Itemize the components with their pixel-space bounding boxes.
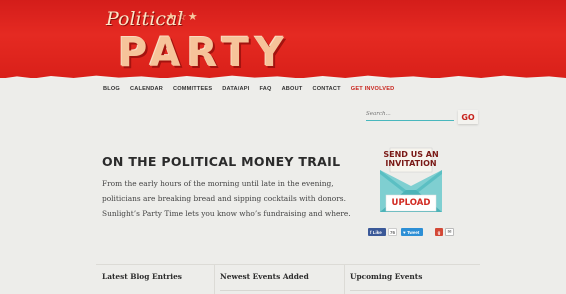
upcoming-column-title: Upcoming Events [350, 272, 423, 281]
events-separator [220, 290, 320, 291]
search-form: GO [366, 108, 478, 124]
upload-button[interactable]: UPLOAD [388, 197, 434, 209]
blog-column-title: Latest Blog Entries [102, 272, 182, 281]
search-input[interactable] [366, 108, 454, 121]
column-divider [344, 265, 345, 294]
events-column-title: Newest Events Added [220, 272, 309, 281]
invitation-upload-widget[interactable]: SEND US AN INVITATION UPLOAD [376, 146, 446, 218]
facebook-like-label: Like [372, 229, 382, 235]
hero-title: ON THE POLITICAL MONEY TRAIL [102, 154, 341, 169]
nav-contact[interactable]: CONTACT [312, 86, 340, 92]
nav-calendar[interactable]: CALENDAR [130, 86, 163, 92]
stars-icon: ★☆★ [166, 11, 199, 23]
facebook-like-button[interactable]: f Like [368, 228, 386, 236]
nav-committees[interactable]: COMMITTEES [173, 86, 212, 92]
nav-get-involved[interactable]: GET INVOLVED [351, 86, 395, 92]
tweet-button[interactable]: ♥ Tweet [401, 228, 423, 236]
site-logo[interactable]: Political ★☆★ PARTY TIME [96, 8, 366, 78]
nav-about[interactable]: ABOUT [282, 86, 303, 92]
nav-faq[interactable]: FAQ [259, 86, 271, 92]
upcoming-separator [350, 290, 450, 291]
blog-column: Latest Blog Entries [102, 272, 182, 281]
invite-heading-line1: SEND US AN [383, 150, 439, 159]
upcoming-column: Upcoming Events [350, 272, 450, 291]
nav-data-api[interactable]: DATA/API [222, 86, 249, 92]
site-header: Political ★☆★ PARTY TIME [0, 0, 566, 78]
content-columns: Latest Blog Entries Newest Events Added … [96, 264, 480, 294]
main-nav: BLOG CALENDAR COMMITTEES DATA/API FAQ AB… [103, 86, 394, 92]
google-plus-icon[interactable]: g [435, 228, 443, 236]
column-divider [214, 265, 215, 294]
facebook-like-count: 76 [388, 228, 397, 236]
events-column: Newest Events Added [220, 272, 320, 291]
email-icon[interactable]: ✉ [445, 228, 454, 236]
hero-text: From the early hours of the morning unti… [102, 179, 351, 218]
nav-blog[interactable]: BLOG [103, 86, 120, 92]
invite-heading-line2: INVITATION [385, 159, 437, 168]
logo-main-text: PARTY TIME [118, 30, 290, 78]
search-go-button[interactable]: GO [458, 110, 478, 124]
tweet-label: Tweet [406, 229, 420, 235]
share-bar: f Like 76 ♥ Tweet g ✉ [368, 228, 456, 236]
